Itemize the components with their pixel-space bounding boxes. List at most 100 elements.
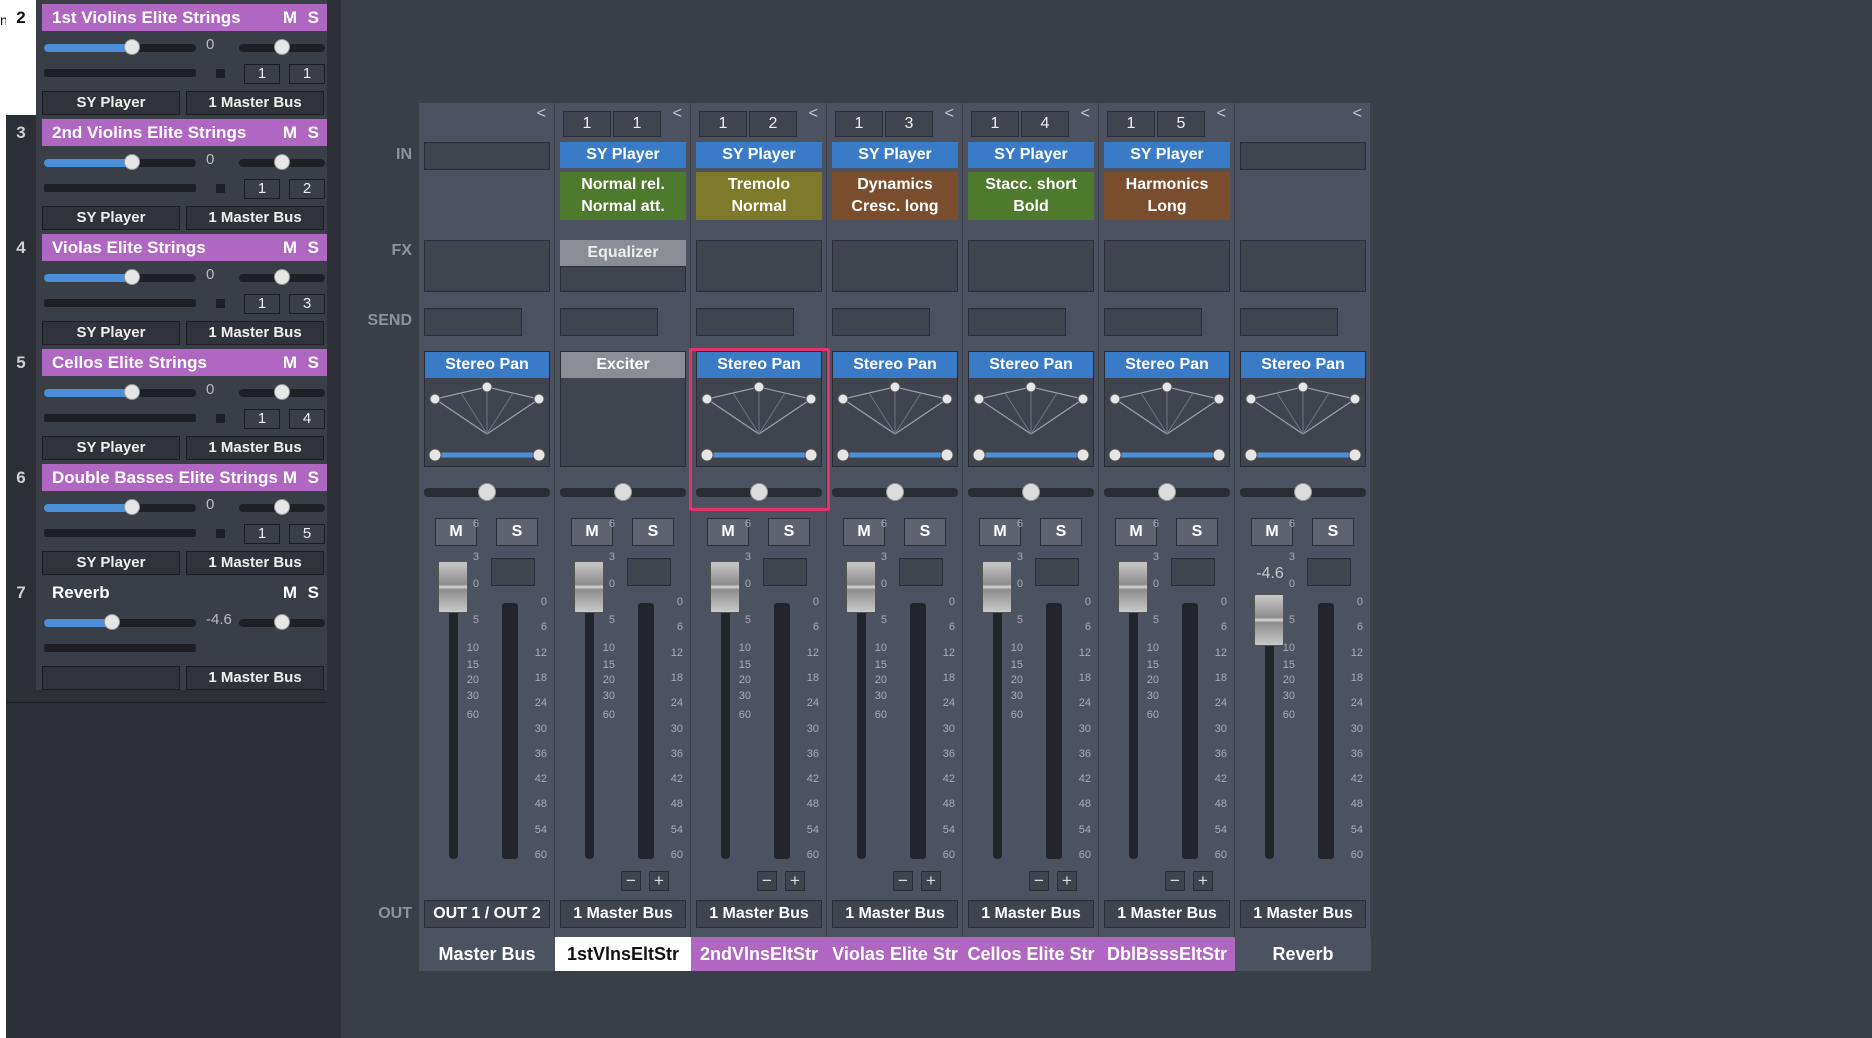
track-name[interactable]: Cellos Elite Strings M S (42, 349, 327, 376)
track-solo-button[interactable]: S (308, 579, 319, 606)
track-channel-b[interactable]: 2 (289, 179, 325, 199)
stereo-pan-panel[interactable]: Stereo Pan (968, 351, 1094, 467)
strip-pan-knob[interactable] (1158, 483, 1176, 501)
fx-insert-equalizer[interactable]: Equalizer (560, 240, 686, 266)
track-input-button[interactable]: SY Player (42, 436, 180, 460)
track-volume-slider[interactable] (44, 154, 196, 170)
minus-button[interactable]: − (1029, 871, 1049, 891)
send-slot[interactable] (832, 308, 930, 336)
fx-slot[interactable] (1104, 240, 1230, 292)
strip-solo-button[interactable]: S (1312, 518, 1354, 546)
volume-knob[interactable] (124, 39, 141, 55)
strip-pan-slider[interactable] (560, 483, 686, 501)
strip-pan-knob[interactable] (614, 483, 632, 501)
track-mute-button[interactable]: M (283, 464, 297, 491)
strip-pan-slider[interactable] (1104, 483, 1230, 501)
exciter-insert-label[interactable]: Exciter (561, 352, 685, 378)
strip-channel-b[interactable]: 3 (885, 111, 933, 137)
track-row[interactable]: 2 1st Violins Elite Strings M S 0 1 1 SY… (6, 0, 327, 115)
instrument-insert-button[interactable]: SY Player (560, 142, 686, 168)
collapse-strip-button[interactable]: < (673, 105, 682, 123)
volume-knob[interactable] (124, 499, 141, 515)
collapse-strip-button[interactable]: < (1081, 105, 1090, 123)
strip-output-button[interactable]: 1 Master Bus (696, 900, 822, 928)
input-slot[interactable] (424, 142, 550, 170)
strip-pan-knob[interactable] (1294, 483, 1312, 501)
track-channel-a[interactable]: 1 (244, 294, 280, 314)
strip-pan-knob[interactable] (478, 483, 496, 501)
strip-pan-knob[interactable] (886, 483, 904, 501)
send-slot[interactable] (560, 308, 658, 336)
volume-fader-track[interactable] (1129, 603, 1138, 859)
track-volume-slider[interactable] (44, 269, 196, 285)
track-record-indicator[interactable] (216, 414, 225, 423)
track-input-button[interactable] (42, 666, 180, 690)
track-row[interactable]: 3 2nd Violins Elite Strings M S 0 1 2 SY… (6, 115, 327, 230)
strip-solo-button[interactable]: S (1176, 518, 1218, 546)
track-volume-slider[interactable] (44, 499, 196, 515)
track-volume-slider[interactable] (44, 384, 196, 400)
instrument-insert-button[interactable]: SY Player (832, 142, 958, 168)
stereo-pan-panel[interactable]: Stereo Pan (832, 351, 958, 467)
track-output-button[interactable]: 1 Master Bus (186, 436, 324, 460)
volume-knob[interactable] (124, 154, 141, 170)
instrument-insert-button[interactable]: SY Player (968, 142, 1094, 168)
track-output-button[interactable]: 1 Master Bus (186, 551, 324, 575)
track-output-button[interactable]: 1 Master Bus (186, 321, 324, 345)
input-slot[interactable] (1240, 142, 1366, 170)
pan-knob[interactable] (274, 384, 290, 400)
track-name[interactable]: Double Basses Elite Strings M S (42, 464, 327, 491)
track-record-indicator[interactable] (216, 184, 225, 193)
fx-slot[interactable] (832, 240, 958, 292)
track-record-indicator[interactable] (216, 69, 225, 78)
volume-fader-track[interactable] (993, 603, 1002, 859)
track-pan-slider[interactable] (239, 614, 325, 630)
strip-name[interactable]: Reverb (1235, 937, 1371, 971)
track-row[interactable]: 4 Violas Elite Strings M S 0 1 3 SY Play… (6, 230, 327, 345)
track-solo-button[interactable]: S (308, 464, 319, 491)
strip-pan-knob[interactable] (1022, 483, 1040, 501)
track-pan-slider[interactable] (239, 269, 325, 285)
stereo-pan-graph[interactable] (969, 352, 1093, 466)
strip-output-button[interactable]: OUT 1 / OUT 2 (424, 900, 550, 928)
pan-knob[interactable] (274, 39, 290, 55)
stereo-pan-panel[interactable]: Stereo Pan (1240, 351, 1366, 467)
track-output-button[interactable]: 1 Master Bus (186, 206, 324, 230)
volume-knob[interactable] (124, 384, 141, 400)
volume-fader-track[interactable] (857, 603, 866, 859)
minus-button[interactable]: − (621, 871, 641, 891)
track-pan-slider[interactable] (239, 39, 325, 55)
articulation-display[interactable]: Normal rel. Normal att. (560, 172, 686, 220)
stereo-pan-panel[interactable]: Stereo Pan (1104, 351, 1230, 467)
strip-name[interactable]: Master Bus (419, 937, 555, 971)
strip-channel-b[interactable]: 1 (613, 111, 661, 137)
track-volume-slider[interactable] (44, 614, 196, 630)
track-mute-button[interactable]: M (283, 349, 297, 376)
track-pan-slider[interactable] (239, 384, 325, 400)
track-name[interactable]: 2nd Violins Elite Strings M S (42, 119, 327, 146)
track-solo-button[interactable]: S (308, 4, 319, 31)
track-channel-a[interactable]: 1 (244, 409, 280, 429)
track-mute-button[interactable]: M (283, 119, 297, 146)
minus-button[interactable]: − (1165, 871, 1185, 891)
track-channel-b[interactable]: 5 (289, 524, 325, 544)
collapse-strip-button[interactable]: < (1353, 105, 1362, 123)
track-input-button[interactable]: SY Player (42, 91, 180, 115)
track-input-button[interactable]: SY Player (42, 206, 180, 230)
minus-button[interactable]: − (893, 871, 913, 891)
send-slot[interactable] (696, 308, 794, 336)
track-solo-button[interactable]: S (308, 119, 319, 146)
strip-solo-button[interactable]: S (632, 518, 674, 546)
plus-button[interactable]: + (785, 871, 805, 891)
panel-divider[interactable] (327, 0, 341, 1038)
track-mute-button[interactable]: M (283, 4, 297, 31)
strip-channel-a[interactable]: 1 (563, 111, 611, 137)
send-slot[interactable] (1240, 308, 1338, 336)
strip-channel-a[interactable]: 1 (835, 111, 883, 137)
volume-knob[interactable] (104, 614, 121, 630)
articulation-display[interactable]: Tremolo Normal (696, 172, 822, 220)
track-input-button[interactable]: SY Player (42, 551, 180, 575)
track-channel-a[interactable]: 1 (244, 179, 280, 199)
strip-solo-button[interactable]: S (768, 518, 810, 546)
track-output-button[interactable]: 1 Master Bus (186, 91, 324, 115)
